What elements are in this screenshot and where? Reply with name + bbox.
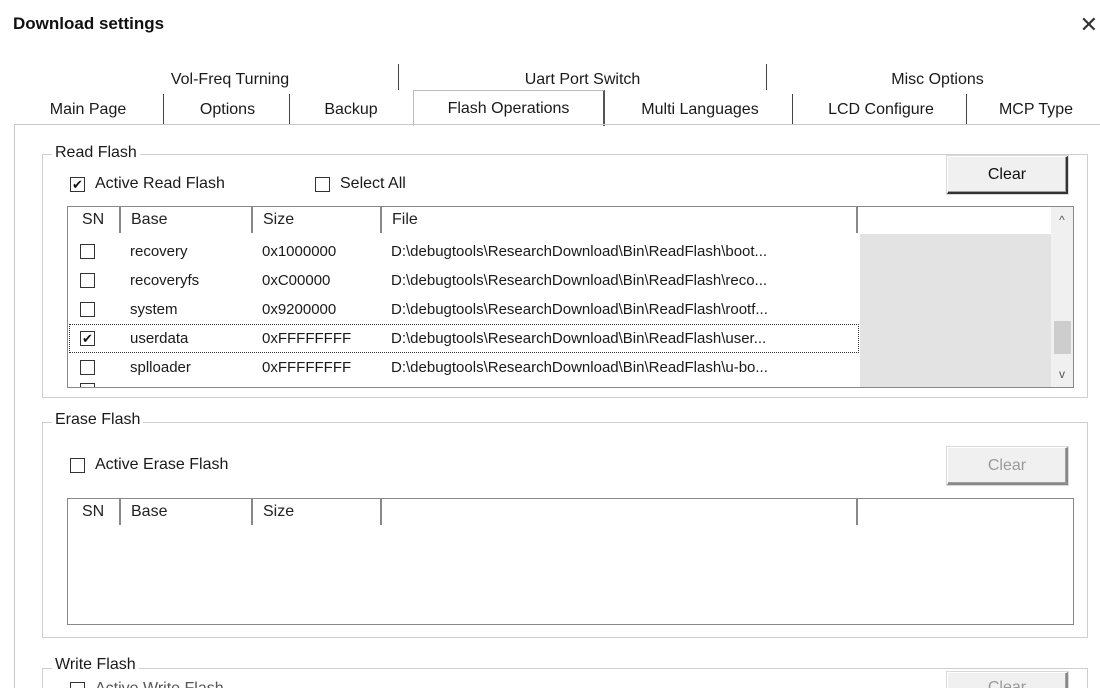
col-header-file[interactable]: File xyxy=(382,207,858,233)
active-erase-flash-label: Active Erase Flash xyxy=(95,456,229,473)
tab-vol-freq-turning[interactable]: Vol-Freq Turning xyxy=(70,64,390,96)
cell-size: 0xFFFFFFFF xyxy=(262,330,352,347)
tab-divider xyxy=(163,94,165,124)
cell-base: recoveryfs xyxy=(130,272,200,289)
tab-divider xyxy=(766,64,768,90)
cell-file: D:\debugtools\ResearchDownload\Bin\ReadF… xyxy=(391,243,768,260)
tab-lcd-configure[interactable]: LCD Configure xyxy=(800,94,962,126)
close-icon[interactable]: ✕ xyxy=(1080,12,1098,38)
tab-divider xyxy=(966,94,968,124)
check-icon: ✔ xyxy=(82,331,93,346)
read-flash-list[interactable]: SN Base Size File recovery 0x1000000 D:\… xyxy=(67,206,1074,388)
col-header-extra[interactable] xyxy=(858,207,1048,233)
read-flash-scrollbar[interactable]: ^ v xyxy=(1051,207,1073,387)
tab-divider xyxy=(289,94,291,124)
active-read-flash-checkbox[interactable]: ✔ Active Read Flash xyxy=(70,175,225,193)
col-header-base[interactable]: Base xyxy=(121,499,253,525)
active-write-flash-checkbox[interactable]: Active Write Flash xyxy=(70,680,224,688)
active-erase-flash-checkbox[interactable]: Active Erase Flash xyxy=(70,456,228,474)
cell-base: userdata xyxy=(130,330,189,347)
cell-base: splloader xyxy=(130,359,191,376)
checkbox-box[interactable] xyxy=(315,176,330,192)
cell-file: D:\debugtools\ResearchDownload\Bin\ReadF… xyxy=(391,359,768,376)
scroll-up-icon[interactable]: ^ xyxy=(1051,209,1073,231)
list-header: SN Base Size xyxy=(68,499,1073,525)
cell-size: 0xC00000 xyxy=(262,272,331,289)
table-row[interactable]: splloader 0xFFFFFFFF D:\debugtools\Resea… xyxy=(68,352,858,383)
check-icon: ✔ xyxy=(72,176,83,192)
col-header-base[interactable]: Base xyxy=(121,207,253,233)
col-header-sn[interactable]: SN xyxy=(68,207,121,233)
select-all-checkbox[interactable]: Select All xyxy=(315,175,406,193)
select-all-label: Select All xyxy=(340,175,406,192)
erase-flash-title: Erase Flash xyxy=(52,411,144,429)
tab-divider xyxy=(792,94,794,124)
col-header-size[interactable]: Size xyxy=(253,207,382,233)
scroll-down-icon[interactable]: v xyxy=(1051,363,1073,385)
tab-mcp-type[interactable]: MCP Type xyxy=(972,94,1100,126)
cell-size: 0x1000000 xyxy=(262,243,337,260)
cell-file: D:\debugtools\ResearchDownload\Bin\ReadF… xyxy=(391,330,767,347)
write-flash-clear-button[interactable]: Clear xyxy=(947,672,1068,688)
col-header-size[interactable]: Size xyxy=(253,499,382,525)
cell-base: system xyxy=(130,301,178,318)
active-read-flash-label: Active Read Flash xyxy=(95,175,225,192)
checkbox-box[interactable] xyxy=(70,681,85,688)
tab-options[interactable]: Options xyxy=(170,94,285,126)
list-header: SN Base Size File xyxy=(68,207,1073,233)
table-row[interactable]: recoveryfs 0xC00000 D:\debugtools\Resear… xyxy=(68,265,858,296)
col-header-sn[interactable]: SN xyxy=(68,499,121,525)
table-row[interactable]: system 0x9200000 D:\debugtools\ResearchD… xyxy=(68,294,858,325)
erase-flash-list[interactable]: SN Base Size xyxy=(67,498,1074,625)
tab-misc-options[interactable]: Misc Options xyxy=(775,64,1100,96)
tab-backup[interactable]: Backup xyxy=(296,94,406,126)
row-checkbox-partial xyxy=(80,383,95,387)
col-header-blank[interactable] xyxy=(382,499,858,525)
scroll-thumb[interactable] xyxy=(1054,321,1071,354)
checkbox-box[interactable] xyxy=(70,457,85,473)
cell-size: 0x9200000 xyxy=(262,301,337,318)
table-row-selected[interactable]: ✔ userdata 0xFFFFFFFF D:\debugtools\Rese… xyxy=(68,323,860,354)
row-checkbox[interactable] xyxy=(80,244,95,259)
cell-size: 0xFFFFFFFF xyxy=(262,359,352,376)
tab-multi-languages[interactable]: Multi Languages xyxy=(610,94,790,126)
row-checkbox[interactable]: ✔ xyxy=(80,331,95,346)
table-row[interactable]: recovery 0x1000000 D:\debugtools\Researc… xyxy=(68,236,858,267)
write-flash-title: Write Flash xyxy=(52,656,139,674)
column-shade xyxy=(860,234,1053,387)
row-checkbox[interactable] xyxy=(80,302,95,317)
col-header-extra[interactable] xyxy=(858,499,1073,525)
row-checkbox[interactable] xyxy=(80,360,95,375)
row-checkbox[interactable] xyxy=(80,273,95,288)
active-write-flash-label: Active Write Flash xyxy=(95,680,224,688)
checkbox-box[interactable]: ✔ xyxy=(70,176,85,192)
cell-file: D:\debugtools\ResearchDownload\Bin\ReadF… xyxy=(391,272,768,289)
tab-flash-operations[interactable]: Flash Operations xyxy=(413,90,605,126)
tab-divider xyxy=(398,64,400,90)
erase-flash-clear-button[interactable]: Clear xyxy=(947,447,1068,485)
tab-main-page[interactable]: Main Page xyxy=(18,94,158,126)
cell-base: recovery xyxy=(130,243,188,260)
cell-file: D:\debugtools\ResearchDownload\Bin\ReadF… xyxy=(391,301,768,318)
read-flash-title: Read Flash xyxy=(52,144,140,162)
read-flash-clear-button[interactable]: Clear xyxy=(947,156,1068,194)
window-title: Download settings xyxy=(13,14,165,33)
